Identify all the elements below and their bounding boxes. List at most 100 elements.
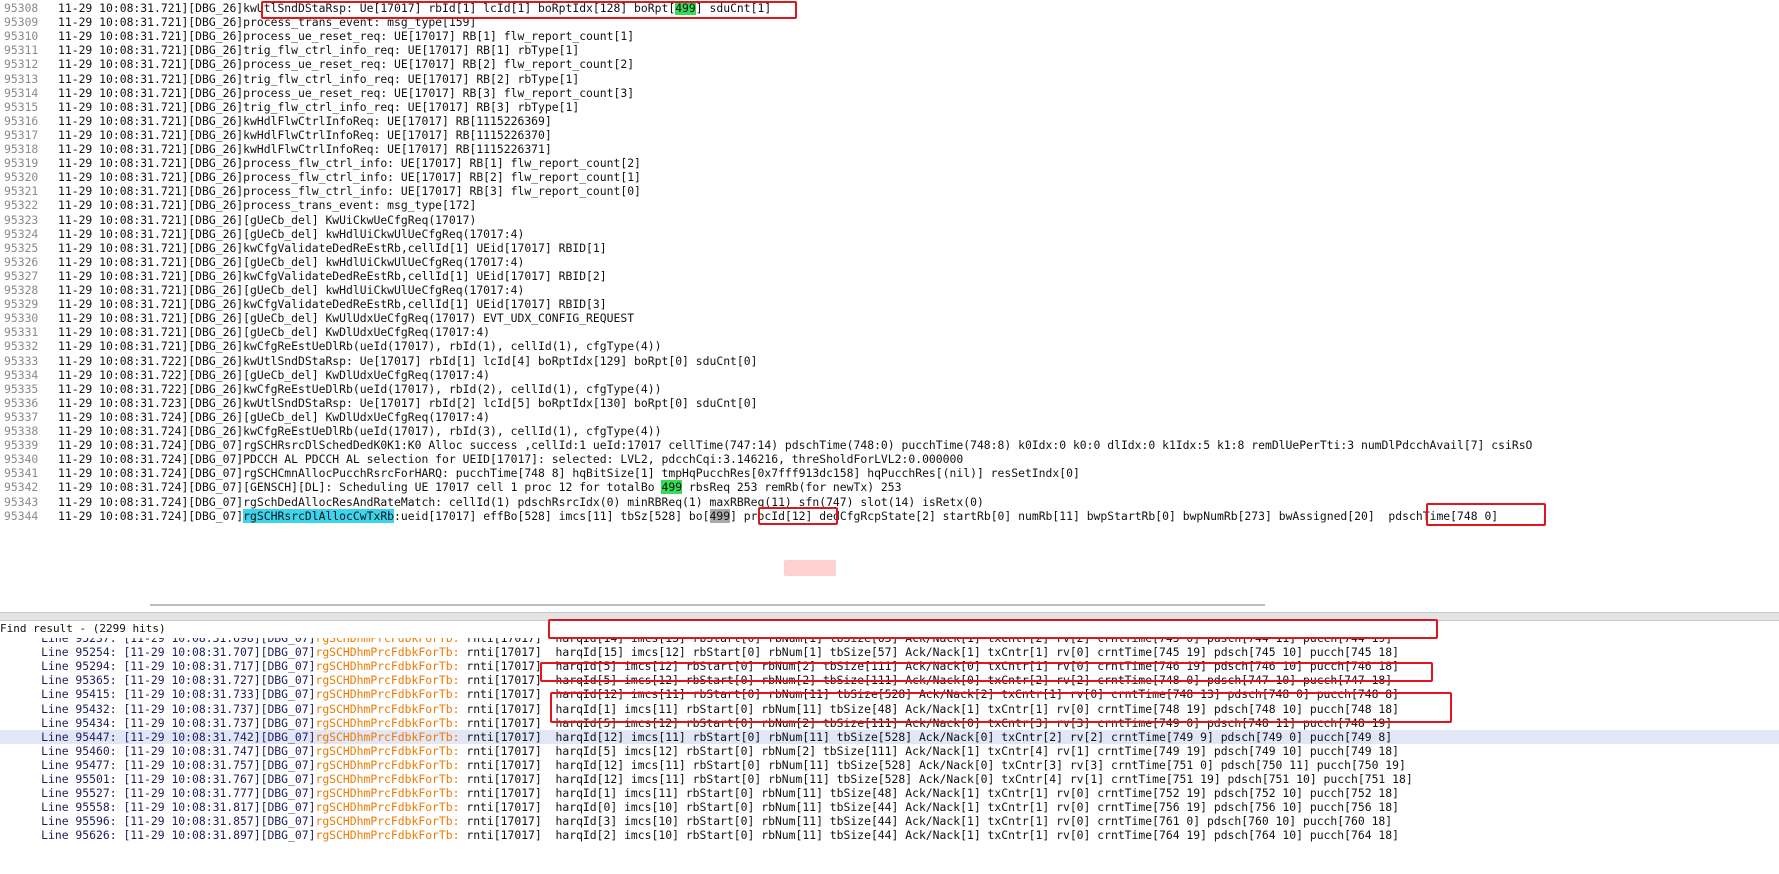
find-result-line[interactable]: Line 95501: [11-29 10:08:31.767][DBG_07]… <box>0 772 1779 786</box>
log-line[interactable]: 95328 11-29 10:08:31.721][DBG_26][gUeCb_d… <box>0 283 1779 297</box>
log-line[interactable]: 95310 11-29 10:08:31.721][DBG_26]process_… <box>0 29 1779 43</box>
log-line[interactable]: 95336 11-29 10:08:31.723][DBG_26]kwUtlSnd… <box>0 396 1779 410</box>
find-result-line[interactable]: Line 95527: [11-29 10:08:31.777][DBG_07]… <box>0 786 1779 800</box>
log-line[interactable]: 95344 11-29 10:08:31.724][DBG_07]rgSCHRsr… <box>0 508 1779 523</box>
find-result-location: Line 95434: [11-29 10:08:31.737][DBG_07] <box>0 715 316 730</box>
log-line[interactable]: 95325 11-29 10:08:31.721][DBG_26]kwCfgVal… <box>0 241 1779 255</box>
log-line[interactable]: 95324 11-29 10:08:31.721][DBG_26][gUeCb_d… <box>0 227 1779 241</box>
log-text: 11-29 10:08:31.724][DBG_26]kwCfgReEstUeD… <box>58 424 662 438</box>
find-result-match: rgSCHDhmPrcFdbkForTb: <box>315 800 460 815</box>
log-line[interactable]: 95315 11-29 10:08:31.721][DBG_26]trig_flw… <box>0 100 1779 114</box>
log-line[interactable]: 95338 11-29 10:08:31.724][DBG_26]kwCfgReE… <box>0 424 1779 438</box>
log-line[interactable]: 95322 11-29 10:08:31.721][DBG_26]process_… <box>0 198 1779 212</box>
log-line[interactable]: 95320 11-29 10:08:31.721][DBG_26]process_… <box>0 170 1779 184</box>
find-result-line[interactable]: Line 95365: [11-29 10:08:31.727][DBG_07]… <box>0 673 1779 687</box>
log-text: 11-29 10:08:31.722][DBG_26]kwUtlSndDStaR… <box>58 353 758 368</box>
find-result-line[interactable]: Line 95596: [11-29 10:08:31.857][DBG_07]… <box>0 814 1779 828</box>
log-text: 11-29 10:08:31.724][DBG_07]rgSCHCmnAlloc… <box>58 466 1080 481</box>
log-line[interactable]: 95331 11-29 10:08:31.721][DBG_26][gUeCb_d… <box>0 325 1779 339</box>
find-result-match: rgSCHDhmPrcFdbkForTb: <box>315 786 460 801</box>
log-line[interactable]: 95321 11-29 10:08:31.721][DBG_26]process_… <box>0 184 1779 198</box>
log-text: 11-29 10:08:31.721][DBG_26]process_trans… <box>58 198 477 213</box>
find-result-location: Line 95415: [11-29 10:08:31.733][DBG_07] <box>0 687 316 702</box>
find-result-location: Line 95294: [11-29 10:08:31.717][DBG_07] <box>0 659 316 674</box>
log-line[interactable]: 95341 11-29 10:08:31.724][DBG_07]rgSCHCmn… <box>0 466 1779 480</box>
log-editor[interactable]: 95308 11-29 10:08:31.721][DBG_26]kwUtlSnd… <box>0 0 1779 600</box>
log-line[interactable]: 95332 11-29 10:08:31.721][DBG_26]kwCfgReE… <box>0 339 1779 353</box>
log-line[interactable]: 95319 11-29 10:08:31.721][DBG_26]process_… <box>0 156 1779 170</box>
log-text: 11-29 10:08:31.724][DBG_07][GENSCH][DL]:… <box>58 480 902 495</box>
line-number: 95342 <box>4 480 39 495</box>
find-result-text: rnti[17017] harqId[15] imcs[12] rbStart[… <box>459 645 1399 660</box>
line-number: 95313 <box>4 71 39 86</box>
log-line[interactable]: 95334 11-29 10:08:31.722][DBG_26][gUeCb_d… <box>0 368 1779 382</box>
log-line[interactable]: 95313 11-29 10:08:31.721][DBG_26]trig_flw… <box>0 72 1779 86</box>
find-result-match: rgSCHDhmPrcFdbkForTb: <box>315 687 460 702</box>
find-result-line[interactable]: Line 95447: [11-29 10:08:31.742][DBG_07]… <box>0 729 1779 744</box>
find-result-text: rnti[17017] harqId[12] imcs[11] rbStart[… <box>459 757 1406 772</box>
log-line[interactable]: 95308 11-29 10:08:31.721][DBG_26]kwUtlSnd… <box>0 1 1779 15</box>
log-line[interactable]: 95312 11-29 10:08:31.721][DBG_26]process_… <box>0 57 1779 71</box>
log-line[interactable]: 95330 11-29 10:08:31.721][DBG_26][gUeCb_d… <box>0 311 1779 325</box>
log-line[interactable]: 95309 11-29 10:08:31.721][DBG_26]process_… <box>0 15 1779 29</box>
log-line[interactable]: 95339 11-29 10:08:31.724][DBG_07]rgSCHRsr… <box>0 438 1779 452</box>
line-number: 95339 <box>4 438 39 453</box>
log-line[interactable]: 95337 11-29 10:08:31.724][DBG_26][gUeCb_d… <box>0 410 1779 424</box>
log-line[interactable]: 95329 11-29 10:08:31.721][DBG_26]kwCfgVal… <box>0 297 1779 311</box>
line-number: 95318 <box>4 142 39 156</box>
find-result-panel[interactable]: Line 95237: [11-29 10:08:31.698][DBG_07]… <box>0 638 1779 874</box>
find-result-text: rnti[17017] harqId[3] imcs[10] rbStart[0… <box>459 814 1393 829</box>
find-result-line[interactable]: Line 95294: [11-29 10:08:31.717][DBG_07]… <box>0 659 1779 673</box>
find-result-match: rgSCHDhmPrcFdbkForTb: <box>315 645 460 660</box>
pane-splitter[interactable] <box>0 612 1779 621</box>
log-line[interactable]: 95314 11-29 10:08:31.721][DBG_26]process_… <box>0 86 1779 100</box>
log-line[interactable]: 95316 11-29 10:08:31.721][DBG_26]kwHdlFlw… <box>0 114 1779 128</box>
log-text: 11-29 10:08:31.721][DBG_26]process_ue_re… <box>58 29 635 44</box>
find-result-line[interactable]: Line 95237: [11-29 10:08:31.698][DBG_07]… <box>0 638 1779 645</box>
line-number: 95320 <box>4 170 39 185</box>
line-number: 95322 <box>4 198 39 213</box>
find-result-line[interactable]: Line 95460: [11-29 10:08:31.747][DBG_07]… <box>0 744 1779 758</box>
find-result-match: rgSCHDhmPrcFdbkForTb: <box>315 729 460 744</box>
log-line[interactable]: 95326 11-29 10:08:31.721][DBG_26][gUeCb_d… <box>0 255 1779 269</box>
find-result-line[interactable]: Line 95434: [11-29 10:08:31.737][DBG_07]… <box>0 716 1779 730</box>
find-result-text: rnti[17017] harqId[5] imcs[12] rbStart[0… <box>459 715 1393 730</box>
find-result-text: rnti[17017] harqId[12] imcs[11] rbStart[… <box>459 729 1393 744</box>
find-result-text: rnti[17017] harqId[5] imcs[12] rbStart[0… <box>459 743 1399 758</box>
line-number: 95329 <box>4 297 39 312</box>
log-line[interactable]: 95318 11-29 10:08:31.721][DBG_26]kwHdlFlw… <box>0 142 1779 156</box>
find-result-location: Line 95432: [11-29 10:08:31.737][DBG_07] <box>0 701 316 716</box>
find-result-line[interactable]: Line 95432: [11-29 10:08:31.737][DBG_07]… <box>0 702 1779 716</box>
log-line[interactable]: 95340 11-29 10:08:31.724][DBG_07]PDCCH AL… <box>0 452 1779 466</box>
line-number: 95327 <box>4 268 39 283</box>
log-line[interactable]: 95342 11-29 10:08:31.724][DBG_07][GENSCH]… <box>0 480 1779 495</box>
log-line[interactable]: 95317 11-29 10:08:31.721][DBG_26]kwHdlFlw… <box>0 128 1779 142</box>
line-number: 95317 <box>4 127 39 142</box>
log-line[interactable]: 95343 11-29 10:08:31.724][DBG_07]rgSchDed… <box>0 495 1779 509</box>
log-text: 11-29 10:08:31.721][DBG_26]trig_flw_ctrl… <box>58 71 580 86</box>
log-text: 11-29 10:08:31.721][DBG_26][gUeCb_del] k… <box>58 226 525 241</box>
horizontal-scrollbar[interactable] <box>150 604 1265 606</box>
log-text: 11-29 10:08:31.721][DBG_26]trig_flw_ctrl… <box>58 99 580 114</box>
find-result-line[interactable]: Line 95477: [11-29 10:08:31.757][DBG_07]… <box>0 758 1779 772</box>
log-line[interactable]: 95311 11-29 10:08:31.721][DBG_26]trig_flw… <box>0 43 1779 57</box>
find-result-line[interactable]: Line 95558: [11-29 10:08:31.817][DBG_07]… <box>0 800 1779 814</box>
log-line[interactable]: 95323 11-29 10:08:31.721][DBG_26][gUeCb_d… <box>0 213 1779 227</box>
line-number: 95314 <box>4 85 39 100</box>
find-result-line[interactable]: Line 95626: [11-29 10:08:31.897][DBG_07]… <box>0 828 1779 842</box>
highlight-499: 499 <box>709 508 731 523</box>
log-line[interactable]: 95327 11-29 10:08:31.721][DBG_26]kwCfgVal… <box>0 269 1779 283</box>
log-text: 11-29 10:08:31.721][DBG_26]kwCfgValidate… <box>58 240 607 255</box>
find-result-location: Line 95596: [11-29 10:08:31.857][DBG_07] <box>0 814 316 829</box>
log-text: 11-29 10:08:31.721][DBG_26][gUeCb_del] K… <box>58 311 635 326</box>
log-line[interactable]: 95333 11-29 10:08:31.722][DBG_26]kwUtlSnd… <box>0 354 1779 368</box>
highlight-499: 499 <box>661 480 683 495</box>
find-result-text: rnti[17017] harqId[14] imcs[13] rbStart[… <box>459 638 1393 645</box>
line-number: 95323 <box>4 212 39 227</box>
line-number: 95321 <box>4 184 39 199</box>
find-result-line[interactable]: Line 95254: [11-29 10:08:31.707][DBG_07]… <box>0 645 1779 659</box>
find-result-match: rgSCHDhmPrcFdbkForTb: <box>315 638 460 645</box>
log-line[interactable]: 95335 11-29 10:08:31.722][DBG_26]kwCfgReE… <box>0 382 1779 396</box>
find-result-location: Line 95527: [11-29 10:08:31.777][DBG_07] <box>0 786 316 801</box>
find-result-line[interactable]: Line 95415: [11-29 10:08:31.733][DBG_07]… <box>0 687 1779 701</box>
